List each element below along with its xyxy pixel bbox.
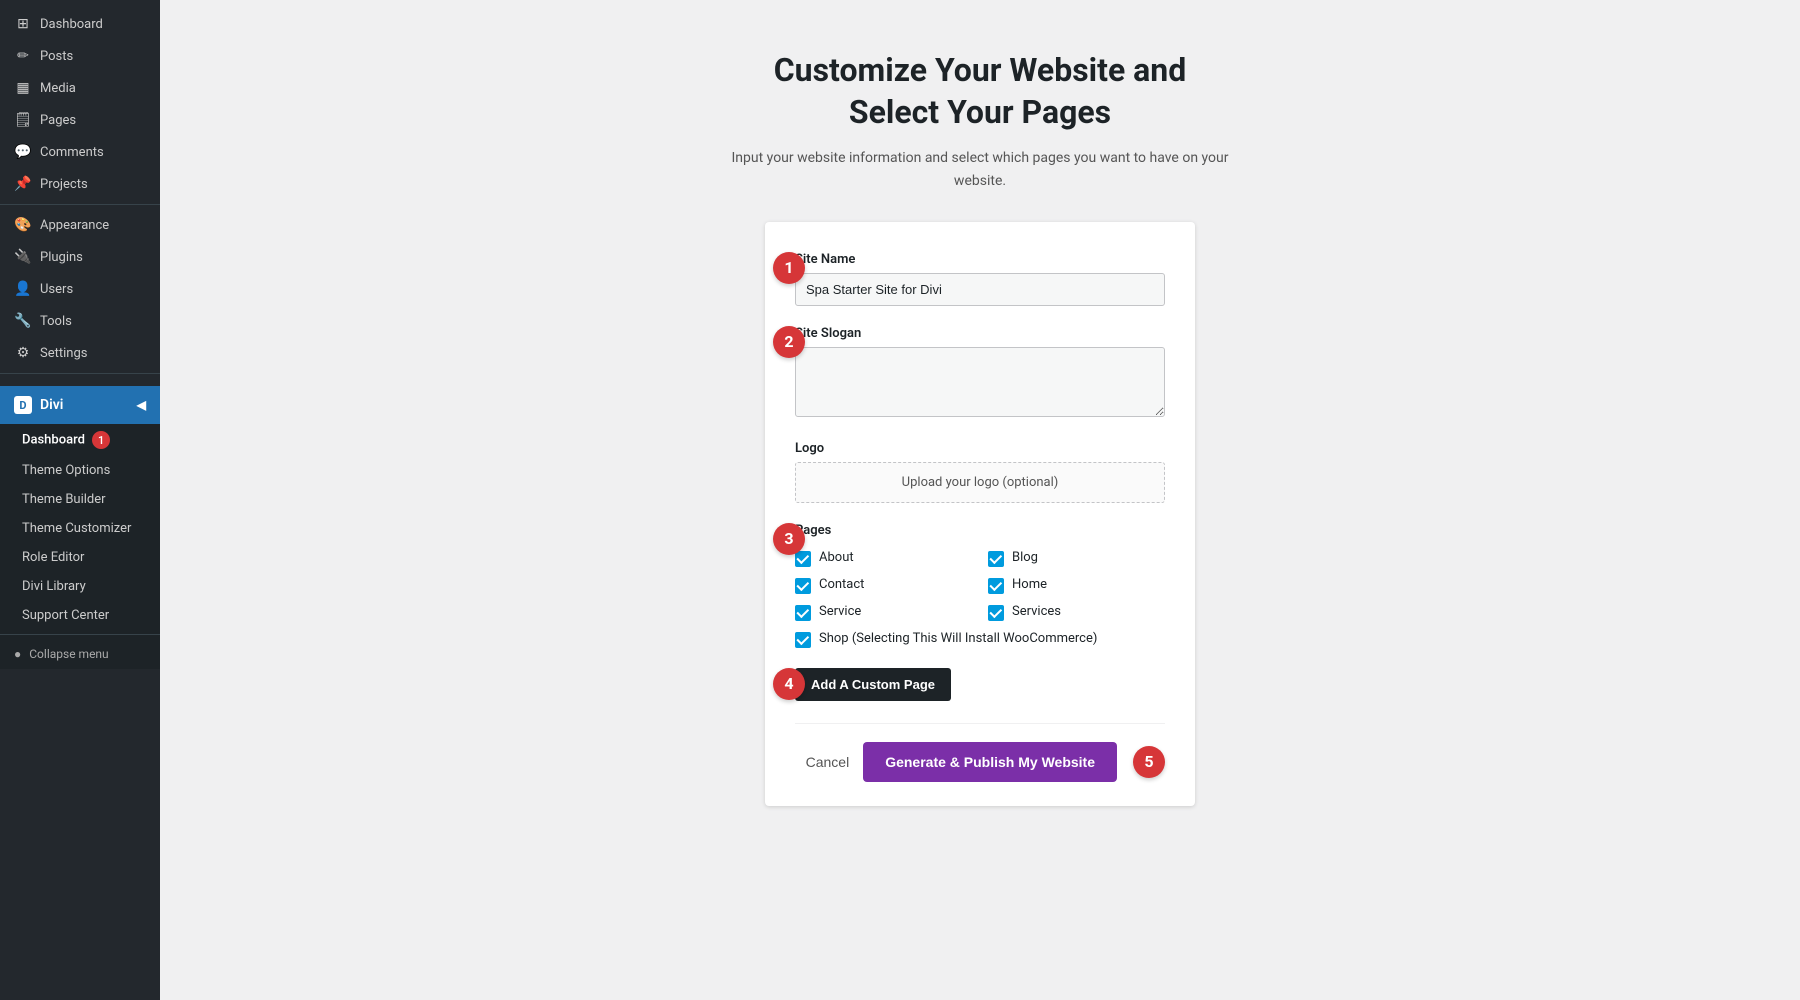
sidebar: ⊞ Dashboard ✏ Posts ▦ Media 🗒 Pages 💬 Co… [0,0,160,1000]
card-footer: Cancel Generate & Publish My Website 5 [795,723,1165,782]
publish-wrapper: Generate & Publish My Website 5 [863,742,1165,782]
service-check-icon [795,605,811,621]
about-label: About [819,550,854,565]
collapse-icon: ● [14,647,21,661]
sidebar-item-pages[interactable]: 🗒 Pages [0,104,160,136]
plugins-icon: 🔌 [14,249,32,265]
contact-check-icon [795,578,811,594]
divi-submenu: Dashboard 1 Theme Options Theme Builder … [0,424,160,669]
pages-label: Pages [795,523,1165,538]
site-slogan-group: 2 Site Slogan [795,326,1165,421]
step-4-badge: 4 [773,668,805,700]
sidebar-item-appearance[interactable]: 🎨 Appearance [0,209,160,241]
publish-button[interactable]: Generate & Publish My Website [863,742,1117,782]
step-3-badge: 3 [773,523,805,555]
home-check-icon [988,578,1004,594]
logo-upload-button[interactable]: Upload your logo (optional) [795,462,1165,503]
users-icon: 👤 [14,281,32,297]
submenu-item-support-center[interactable]: Support Center [0,601,160,630]
pages-icon: 🗒 [14,112,32,128]
blog-check-icon [988,551,1004,567]
divi-chevron-icon: ◀ [137,398,146,412]
page-item-shop[interactable]: Shop (Selecting This Will Install WooCom… [795,631,1165,648]
logo-label: Logo [795,441,1165,456]
submenu-item-dashboard[interactable]: Dashboard 1 [0,424,160,456]
projects-icon: 📌 [14,176,32,192]
sidebar-item-comments[interactable]: 💬 Comments [0,136,160,168]
page-title: Customize Your Website andSelect Your Pa… [774,50,1187,133]
services-check-icon [988,605,1004,621]
page-item-home[interactable]: Home [988,577,1165,594]
divi-icon: D [14,396,32,414]
page-item-services[interactable]: Services [988,604,1165,621]
tools-icon: 🔧 [14,313,32,329]
add-custom-page-button[interactable]: Add A Custom Page [795,668,951,701]
posts-icon: ✏ [14,48,32,64]
service-label: Service [819,604,861,619]
form-card: 1 Site Name 2 Site Slogan Logo Upload yo… [765,222,1195,806]
step-2-badge: 2 [773,326,805,358]
step-5-badge: 5 [1133,746,1165,778]
page-item-contact[interactable]: Contact [795,577,972,594]
submenu-item-theme-options[interactable]: Theme Options [0,456,160,485]
cancel-button[interactable]: Cancel [806,754,850,770]
dashboard-badge: 1 [92,431,110,449]
dashboard-icon: ⊞ [14,16,32,32]
divi-section: D Divi ◀ [0,386,160,424]
sidebar-item-posts[interactable]: ✏ Posts [0,40,160,72]
site-name-input[interactable] [795,273,1165,306]
page-item-blog[interactable]: Blog [988,550,1165,567]
media-icon: ▦ [14,80,32,96]
pages-grid: About Blog Contact Home [795,550,1165,648]
sidebar-item-users[interactable]: 👤 Users [0,273,160,305]
page-item-service[interactable]: Service [795,604,972,621]
home-label: Home [1012,577,1047,592]
settings-icon: ⚙ [14,345,32,361]
sidebar-item-projects[interactable]: 📌 Projects [0,168,160,200]
add-custom-page-wrapper: 4 Add A Custom Page [795,668,1165,701]
submenu-item-divi-library[interactable]: Divi Library [0,572,160,601]
site-name-group: 1 Site Name [795,252,1165,306]
site-slogan-input[interactable] [795,347,1165,417]
sidebar-item-divi[interactable]: D Divi ◀ [0,386,160,424]
pages-group: 3 Pages About Blog Contact [795,523,1165,648]
sidebar-collapse-menu[interactable]: ● Collapse menu [0,639,160,669]
shop-label: Shop (Selecting This Will Install WooCom… [819,631,1097,646]
blog-label: Blog [1012,550,1038,565]
about-check-icon [795,551,811,567]
logo-group: Logo Upload your logo (optional) [795,441,1165,503]
page-subtitle: Input your website information and selec… [730,147,1230,192]
step-1-badge: 1 [773,252,805,284]
main-content: Customize Your Website andSelect Your Pa… [160,0,1800,1000]
sidebar-item-tools[interactable]: 🔧 Tools [0,305,160,337]
site-slogan-label: Site Slogan [795,326,1165,341]
site-name-label: Site Name [795,252,1165,267]
services-label: Services [1012,604,1061,619]
sidebar-item-dashboard[interactable]: ⊞ Dashboard [0,8,160,40]
page-item-about[interactable]: About [795,550,972,567]
comments-icon: 💬 [14,144,32,160]
sidebar-item-settings[interactable]: ⚙ Settings [0,337,160,369]
submenu-item-theme-builder[interactable]: Theme Builder [0,485,160,514]
shop-check-icon [795,632,811,648]
submenu-item-theme-customizer[interactable]: Theme Customizer [0,514,160,543]
submenu-item-role-editor[interactable]: Role Editor [0,543,160,572]
sidebar-item-media[interactable]: ▦ Media [0,72,160,104]
sidebar-item-plugins[interactable]: 🔌 Plugins [0,241,160,273]
appearance-icon: 🎨 [14,217,32,233]
contact-label: Contact [819,577,864,592]
